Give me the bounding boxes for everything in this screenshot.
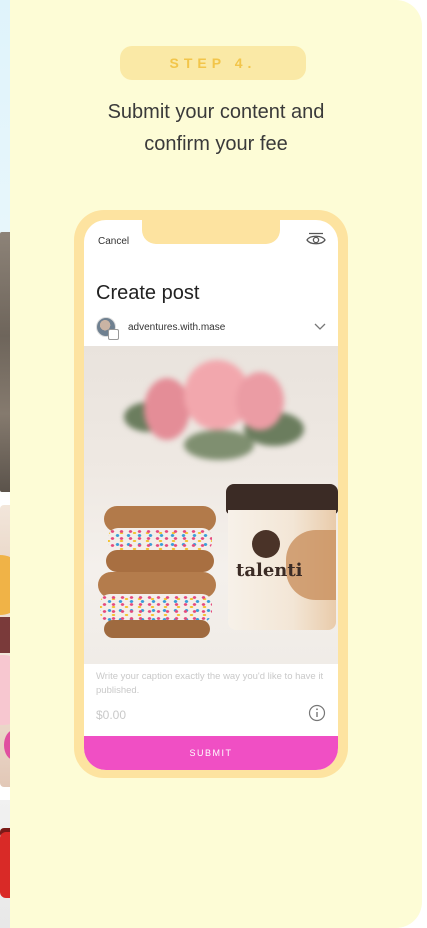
phone-notch: [142, 220, 280, 244]
headline: Submit your content and confirm your fee: [30, 96, 402, 160]
headline-line-2: confirm your fee: [144, 133, 288, 155]
app-store-screenshot: STEP 4. Submit your content and confirm …: [0, 0, 427, 928]
account-selector[interactable]: adventures.with.mase: [96, 316, 326, 340]
cancel-button[interactable]: Cancel: [98, 236, 129, 247]
ice-cream-pint: talenti: [226, 484, 338, 630]
price-field[interactable]: $0.00: [96, 708, 126, 722]
step-card: STEP 4. Submit your content and confirm …: [10, 0, 422, 928]
headline-line-1: Submit your content and: [107, 101, 325, 123]
phone-mockup: Cancel Create post adventures.with.mase: [74, 210, 348, 778]
account-name: adventures.with.mase: [128, 321, 226, 333]
step-badge: STEP 4.: [120, 46, 306, 80]
instagram-badge-icon: [108, 329, 119, 340]
page-title: Create post: [96, 282, 200, 304]
avatar: [96, 317, 119, 340]
chevron-down-icon: [314, 323, 326, 330]
brand-logo: [252, 530, 280, 558]
post-photo: talenti: [84, 346, 338, 664]
submit-button[interactable]: SUBMIT: [84, 736, 338, 770]
info-icon[interactable]: [308, 704, 326, 722]
caption-input[interactable]: Write your caption exactly the way you'd…: [96, 670, 324, 698]
brand-name: talenti: [236, 560, 303, 581]
eye-icon[interactable]: [306, 232, 326, 248]
flower-background: [124, 352, 304, 472]
phone-screen: Cancel Create post adventures.with.mase: [84, 220, 338, 770]
